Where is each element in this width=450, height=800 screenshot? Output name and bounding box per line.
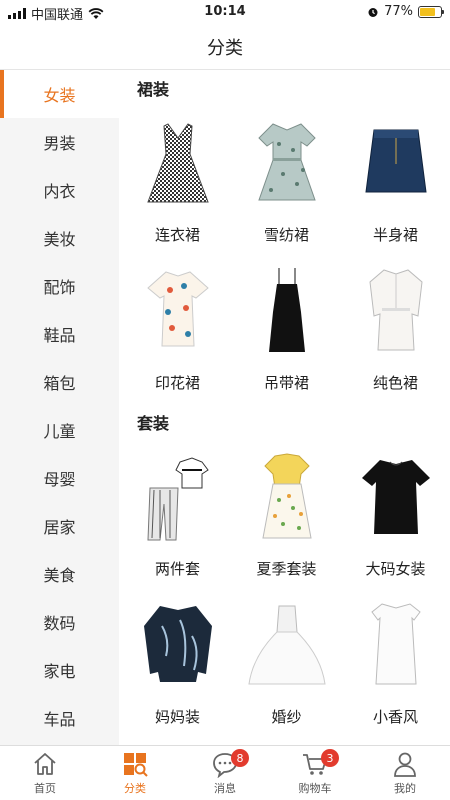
slip-dress-image [239,262,335,358]
sidebar-item-label: 箱包 [43,374,76,393]
notification-badge: 3 [321,749,339,767]
subcategory-grid: 连衣裙 雪纺裙 半身裙 印花裙 吊带裙 纯色裙 [119,108,450,404]
tab-cart[interactable]: 购物车 3 [270,746,360,800]
subcategory-label: 雪纺裙 [263,226,309,244]
subcategory-grid: 两件套 夏季套装 大码女装 妈妈装 婚纱 小香风 [119,442,450,738]
sidebar-item[interactable]: 家电 [0,646,119,694]
subcategory-item[interactable]: 两件套 [123,442,232,590]
sidebar-item-label: 女装 [43,86,76,105]
subcategory-label: 两件套 [154,560,200,578]
sidebar-item[interactable]: 车品 [0,694,119,742]
subcategory-item[interactable]: 大码女装 [341,442,450,590]
section-title: 套装 [137,414,170,433]
sidebar-item-label: 车品 [43,710,76,729]
white-dress-image [348,596,444,692]
profile-icon [394,752,416,777]
sidebar-item[interactable]: 儿童 [0,406,119,454]
status-bar: 中国联通 10:14 77% [0,0,450,24]
subcategory-item[interactable]: 婚纱 [232,590,341,738]
sidebar-item[interactable]: 数码 [0,598,119,646]
summer-set-image [239,448,335,544]
subcategory-label: 连衣裙 [154,226,200,244]
sidebar-item-label: 居家 [43,518,76,537]
gingham-dress-image [130,114,226,210]
mom-blouse-image [130,596,226,692]
sidebar-item-label: 数码 [43,614,76,633]
subcategory-label: 夏季套装 [256,560,317,578]
sidebar-item[interactable]: 美妆 [0,214,119,262]
tab-label: 我的 [394,782,416,795]
tab-home[interactable]: 首页 [0,746,90,800]
denim-skirt-image [348,114,444,210]
battery-percent: 77% [384,4,413,19]
subcategory-item[interactable]: 连衣裙 [123,108,232,256]
sidebar-item-label: 母婴 [43,470,76,489]
sidebar-item[interactable]: 男装 [0,118,119,166]
tab-label: 首页 [34,782,56,795]
sidebar-item[interactable]: 内衣 [0,166,119,214]
subcategory-item[interactable]: 雪纺裙 [232,108,341,256]
tab-profile[interactable]: 我的 [360,746,450,800]
subcategory-item[interactable]: 纯色裙 [341,256,450,404]
category-icon [124,753,148,777]
subcategory-item[interactable]: 印花裙 [123,256,232,404]
subcategory-label: 纯色裙 [372,374,418,392]
tab-category[interactable]: 分类 [90,746,180,800]
page-title: 分类 [0,24,450,70]
shirt-dress-image [348,262,444,358]
subcategory-label: 吊带裙 [263,374,309,392]
subcategory-label: 婚纱 [271,708,302,726]
subcategory-label: 印花裙 [154,374,200,392]
sidebar-item[interactable]: 美食 [0,550,119,598]
subcategory-item[interactable]: 夏季套装 [232,442,341,590]
subcategory-label: 小香风 [372,708,418,726]
print-dress-image [130,262,226,358]
subcategory-item[interactable]: 妈妈装 [123,590,232,738]
battery-icon [418,5,444,18]
plus-size-tee-image [348,448,444,544]
sidebar-item-label: 美妆 [43,230,76,249]
sidebar-item-label: 家电 [43,662,76,681]
sidebar-item[interactable]: 女装 [0,70,119,118]
tab-label: 消息 [214,782,236,795]
sidebar-item-label: 美食 [43,566,76,585]
sidebar-item-label: 男装 [43,134,76,153]
subcategory-label: 大码女装 [365,560,426,578]
tab-label: 分类 [124,782,146,795]
tab-label: 购物车 [298,782,332,795]
sidebar-item[interactable]: 母婴 [0,454,119,502]
sidebar-item-label: 儿童 [43,422,76,441]
bottom-tab-bar: 首页 分类 消息 8 购物车 3 我的 [0,745,450,800]
sidebar-item-label: 内衣 [43,182,76,201]
wedding-dress-image [239,596,335,692]
sidebar-item[interactable]: 居家 [0,502,119,550]
chiffon-dress-image [239,114,335,210]
sidebar-item[interactable]: 鞋品 [0,310,119,358]
tab-message[interactable]: 消息 8 [180,746,270,800]
home-icon [34,753,56,775]
sidebar-item-label: 配饰 [43,278,76,297]
notification-badge: 8 [231,749,249,767]
two-piece-set-image [130,448,226,544]
subcategory-panel: 裙装 连衣裙 雪纺裙 半身裙 印花裙 吊带裙 纯色裙套装 两件套 夏季套装 大码… [119,70,450,745]
sidebar-item[interactable]: 配饰 [0,262,119,310]
subcategory-item[interactable]: 半身裙 [341,108,450,256]
subcategory-item[interactable]: 小香风 [341,590,450,738]
section-title: 裙装 [137,80,170,99]
category-sidebar: 女装男装内衣美妆配饰鞋品箱包儿童母婴居家美食数码家电车品 [0,70,119,745]
subcategory-label: 妈妈装 [154,708,200,726]
alarm-icon [368,7,378,17]
subcategory-label: 半身裙 [372,226,418,244]
subcategory-item[interactable]: 吊带裙 [232,256,341,404]
sidebar-item[interactable]: 箱包 [0,358,119,406]
sidebar-item-label: 鞋品 [43,326,76,345]
